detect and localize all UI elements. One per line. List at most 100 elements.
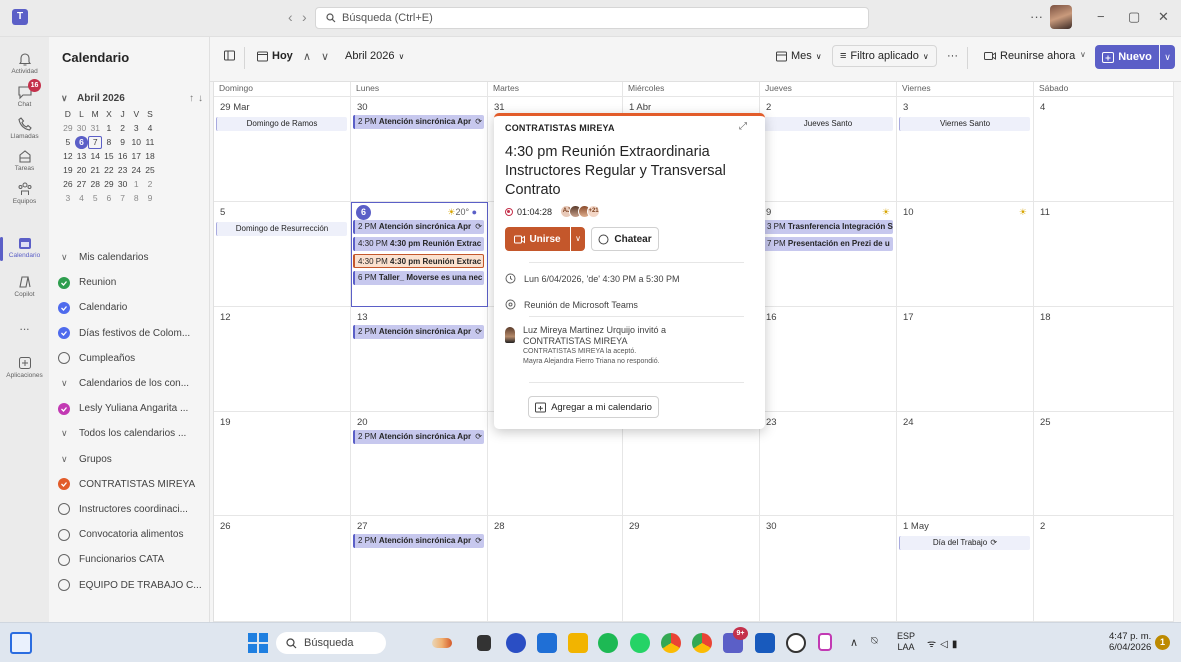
mini-calendar-day[interactable]: 1 <box>129 179 143 189</box>
month-picker[interactable]: Abril 2026 ∨ <box>345 50 404 62</box>
rail-calls[interactable]: Llamadas <box>0 116 49 140</box>
checked-circle-icon[interactable] <box>58 301 70 314</box>
mini-calendar-day[interactable]: 5 <box>88 193 102 203</box>
mini-calendar-day[interactable]: 4 <box>75 193 89 203</box>
day-cell[interactable]: 5 Domingo de Resurrección <box>214 202 351 307</box>
mini-calendar-day[interactable]: 6 <box>74 135 89 149</box>
minimize-icon[interactable]: − <box>1097 9 1105 24</box>
calendar-list-item[interactable]: Reunion <box>49 270 210 295</box>
checked-circle-icon[interactable] <box>58 276 70 289</box>
checked-circle-icon[interactable] <box>58 402 70 415</box>
add-to-my-calendar-button[interactable]: Agregar a mi calendario <box>528 396 659 418</box>
mini-calendar-day[interactable]: 8 <box>102 137 116 147</box>
checked-circle-icon[interactable] <box>58 478 70 491</box>
day-cell[interactable]: 3 Viernes Santo <box>897 97 1034 202</box>
back-arrow-icon[interactable]: ‹ <box>288 9 293 25</box>
rail-copilot[interactable]: Copilot <box>0 274 49 298</box>
all-day-event[interactable]: Domingo de Ramos <box>216 117 347 131</box>
calendar-group-header[interactable]: ∨ Grupos <box>49 447 210 472</box>
meet-now-button[interactable]: Reunirse ahora <box>984 50 1075 62</box>
day-cell[interactable]: 13 2 PM Atención sincrónica Apr ⟳ <box>351 307 488 412</box>
notification-badge[interactable]: 1 <box>1155 635 1170 650</box>
day-cell[interactable]: 28 <box>488 516 623 622</box>
prev-month-icon[interactable]: ∧ <box>303 50 311 63</box>
next-month-icon[interactable]: ∨ <box>321 50 329 63</box>
join-button[interactable]: Unirse <box>505 227 570 251</box>
word-icon[interactable] <box>755 633 775 653</box>
language-indicator[interactable]: ESP LAA <box>897 631 915 653</box>
mini-calendar-day[interactable]: 22 <box>102 165 116 175</box>
copilot-app-icon[interactable] <box>506 633 526 653</box>
day-cell[interactable]: 26 <box>214 516 351 622</box>
calendar-list-item[interactable]: Cumpleaños <box>49 346 210 371</box>
calendar-group-header[interactable]: ∨ Todos los calendarios ... <box>49 421 210 446</box>
day-cell[interactable]: 30 2 PM Atención sincrónica Apr ⟳ <box>351 97 488 202</box>
mini-calendar-day[interactable]: 3 <box>61 193 75 203</box>
mini-calendar-day[interactable]: 8 <box>129 193 143 203</box>
all-day-event[interactable]: Jueves Santo <box>762 117 893 131</box>
new-event-button[interactable]: Nuevo <box>1095 45 1159 69</box>
teams-taskbar-icon[interactable]: 9+ <box>723 627 748 653</box>
calendar-event[interactable]: 6 PM Taller_ Moverse es una nec <box>353 271 484 285</box>
mini-calendar-day[interactable]: 19 <box>61 165 75 175</box>
calendar-list-item[interactable]: EQUIPO DE TRABAJO C... <box>49 572 210 597</box>
calendar-event[interactable]: 3 PM Trasnferencia Integración S <box>762 220 893 234</box>
day-cell[interactable]: 19 <box>214 412 351 516</box>
widgets-icon[interactable] <box>10 632 32 654</box>
unchecked-circle-icon[interactable] <box>58 579 70 592</box>
mini-calendar-day[interactable]: 16 <box>116 151 130 161</box>
day-cell[interactable]: 27 2 PM Atención sincrónica Apr ⟳ <box>351 516 488 622</box>
day-cell[interactable]: 6 ☀20° ● 2 PM Atención sincrónica Apr ⟳ 4:30… <box>351 202 488 307</box>
forward-arrow-icon[interactable]: › <box>302 9 307 25</box>
mini-calendar-day[interactable]: 24 <box>129 165 143 175</box>
chrome-profile-icon[interactable] <box>692 633 712 653</box>
mini-calendar-nav-arrows[interactable]: ↑↓ <box>189 93 207 104</box>
spotify-icon[interactable] <box>598 633 618 653</box>
calendar-event[interactable]: 7 PM Presentación en Prezi de u <box>762 237 893 251</box>
day-cell[interactable]: 11 <box>1034 202 1174 307</box>
unchecked-circle-icon[interactable] <box>58 352 70 365</box>
profile-avatar[interactable] <box>1050 5 1072 29</box>
all-day-event[interactable]: Domingo de Resurrección <box>216 222 347 236</box>
mini-calendar-day[interactable]: 30 <box>116 179 130 189</box>
clock[interactable]: 4:47 p. m. 6/04/2026 <box>1109 631 1151 653</box>
calendar-list-item[interactable]: Calendario <box>49 295 210 320</box>
mini-calendar-header[interactable]: ∨ Abril 2026 ↑↓ <box>61 89 207 107</box>
join-dropdown-icon[interactable]: ∨ <box>571 227 585 251</box>
unchecked-circle-icon[interactable] <box>58 553 70 566</box>
filter-button[interactable]: ≡ Filtro aplicado ∨ <box>832 45 937 67</box>
mini-calendar-day[interactable]: 4 <box>143 123 157 133</box>
day-cell[interactable]: 18 <box>1034 307 1174 412</box>
calendar-list-item[interactable]: Funcionarios CATA <box>49 547 210 572</box>
mini-calendar-day[interactable]: 5 <box>61 137 75 147</box>
rail-tasks[interactable]: Tareas <box>0 148 49 172</box>
mini-calendar-day[interactable]: 1 <box>102 123 116 133</box>
calendar-list-item[interactable]: Convocatoria alimentos <box>49 522 210 547</box>
day-cell[interactable]: 30 <box>760 516 897 622</box>
close-icon[interactable]: ✕ <box>1158 9 1169 25</box>
chat-button[interactable]: Chatear <box>591 227 659 251</box>
day-cell[interactable]: 20 2 PM Atención sincrónica Apr ⟳ <box>351 412 488 516</box>
unchecked-circle-icon[interactable] <box>58 503 70 516</box>
unchecked-circle-icon[interactable] <box>58 528 70 541</box>
calendar-event[interactable]: 2 PM Atención sincrónica Apr ⟳ <box>353 534 484 548</box>
mini-calendar-day[interactable]: 7 <box>88 135 103 149</box>
calendar-list-item[interactable]: CONTRATISTAS MIREYA <box>49 472 210 497</box>
chatgpt-icon[interactable] <box>786 633 806 653</box>
rail-activity[interactable]: Actividad <box>0 51 49 75</box>
file-explorer-icon[interactable] <box>568 633 588 653</box>
more-toolbar-icon[interactable]: ··· <box>947 50 958 62</box>
snipping-tool-icon[interactable] <box>818 633 832 651</box>
day-cell[interactable]: 16 <box>760 307 897 412</box>
calendar-group-header[interactable]: ∨ Mis calendarios <box>49 245 210 270</box>
restore-icon[interactable]: ▢ <box>1128 9 1140 25</box>
day-cell[interactable]: 9 ☀ 3 PM Trasnferencia Integración S7 PM P… <box>760 202 897 307</box>
calendar-event[interactable]: 2 PM Atención sincrónica Apr ⟳ <box>353 220 484 234</box>
windows-start-icon[interactable] <box>248 633 268 653</box>
task-view-icon[interactable] <box>477 635 491 651</box>
mini-calendar-day[interactable]: 14 <box>88 151 102 161</box>
rail-calendar[interactable]: Calendario <box>0 235 49 261</box>
mini-calendar-day[interactable]: 31 <box>88 123 102 133</box>
calendar-event[interactable]: 2 PM Atención sincrónica Apr ⟳ <box>353 325 484 339</box>
calendar-event[interactable]: 2 PM Atención sincrónica Apr ⟳ <box>353 115 484 129</box>
